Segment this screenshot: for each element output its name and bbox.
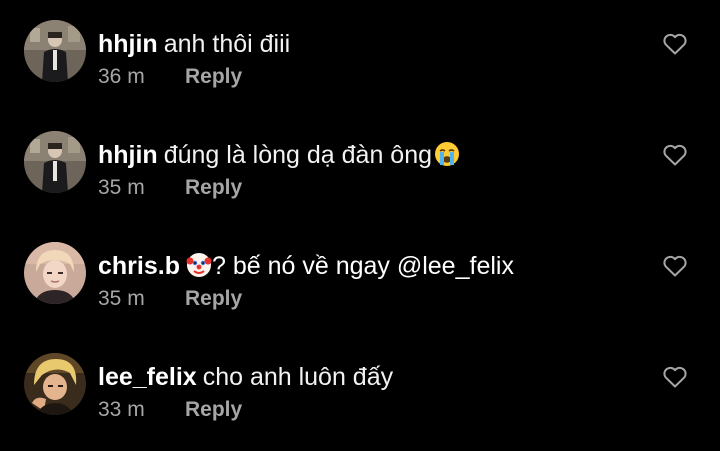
comment-list: hhjin anh thôi điii 36 m Reply hhjin đúng l…	[0, 0, 720, 451]
heart-icon[interactable]	[662, 32, 688, 56]
reply-button[interactable]: Reply	[185, 398, 242, 421]
comment-timestamp: 35 m	[98, 287, 145, 310]
comment-meta: 35 m Reply	[98, 286, 242, 312]
avatar[interactable]	[24, 242, 86, 304]
heart-icon[interactable]	[662, 365, 688, 389]
comment-item: chris.b ? bế nó về ngay @lee_felix 35 m R…	[0, 236, 720, 336]
clown-face-emoji	[186, 252, 212, 278]
comment-text: cho anh luôn đấy	[202, 363, 394, 391]
comment-username[interactable]: lee_felix	[98, 363, 197, 391]
comment-text-line: hhjin anh thôi điii	[98, 28, 290, 60]
comment-text-line: lee_felix cho anh luôn đấy	[98, 361, 393, 393]
comment-text: anh thôi điii	[163, 30, 291, 58]
avatar[interactable]	[24, 20, 86, 82]
comment-username[interactable]: hhjin	[98, 30, 158, 58]
reply-button[interactable]: Reply	[185, 287, 242, 310]
comment-timestamp: 36 m	[98, 65, 145, 88]
comment-text-line: hhjin đúng là lòng dạ đàn ông	[98, 139, 460, 171]
reply-button[interactable]: Reply	[185, 176, 242, 199]
avatar[interactable]	[24, 131, 86, 193]
reply-button[interactable]: Reply	[185, 65, 242, 88]
comment-timestamp: 35 m	[98, 176, 145, 199]
comment-username[interactable]: chris.b	[98, 252, 180, 280]
comment-item: lee_felix cho anh luôn đấy 33 m Reply	[0, 347, 720, 447]
comment-meta: 33 m Reply	[98, 397, 242, 423]
avatar[interactable]	[24, 353, 86, 415]
comment-text-line: chris.b ? bế nó về ngay @lee_felix	[98, 250, 514, 282]
comment-item: hhjin anh thôi điii 36 m Reply	[0, 14, 720, 114]
comment-meta: 36 m Reply	[98, 64, 242, 90]
comment-username[interactable]: hhjin	[98, 141, 158, 169]
comment-text-continuation: ? bế nó về ngay @lee_felix	[211, 252, 514, 280]
loudly-crying-face-emoji	[434, 141, 460, 167]
heart-icon[interactable]	[662, 143, 688, 167]
heart-icon[interactable]	[662, 254, 688, 278]
comment-item: hhjin đúng là lòng dạ đàn ông 35 m Reply	[0, 125, 720, 225]
comment-text: đúng là lòng dạ đàn ông	[163, 141, 433, 169]
comment-timestamp: 33 m	[98, 398, 145, 421]
comment-meta: 35 m Reply	[98, 175, 242, 201]
